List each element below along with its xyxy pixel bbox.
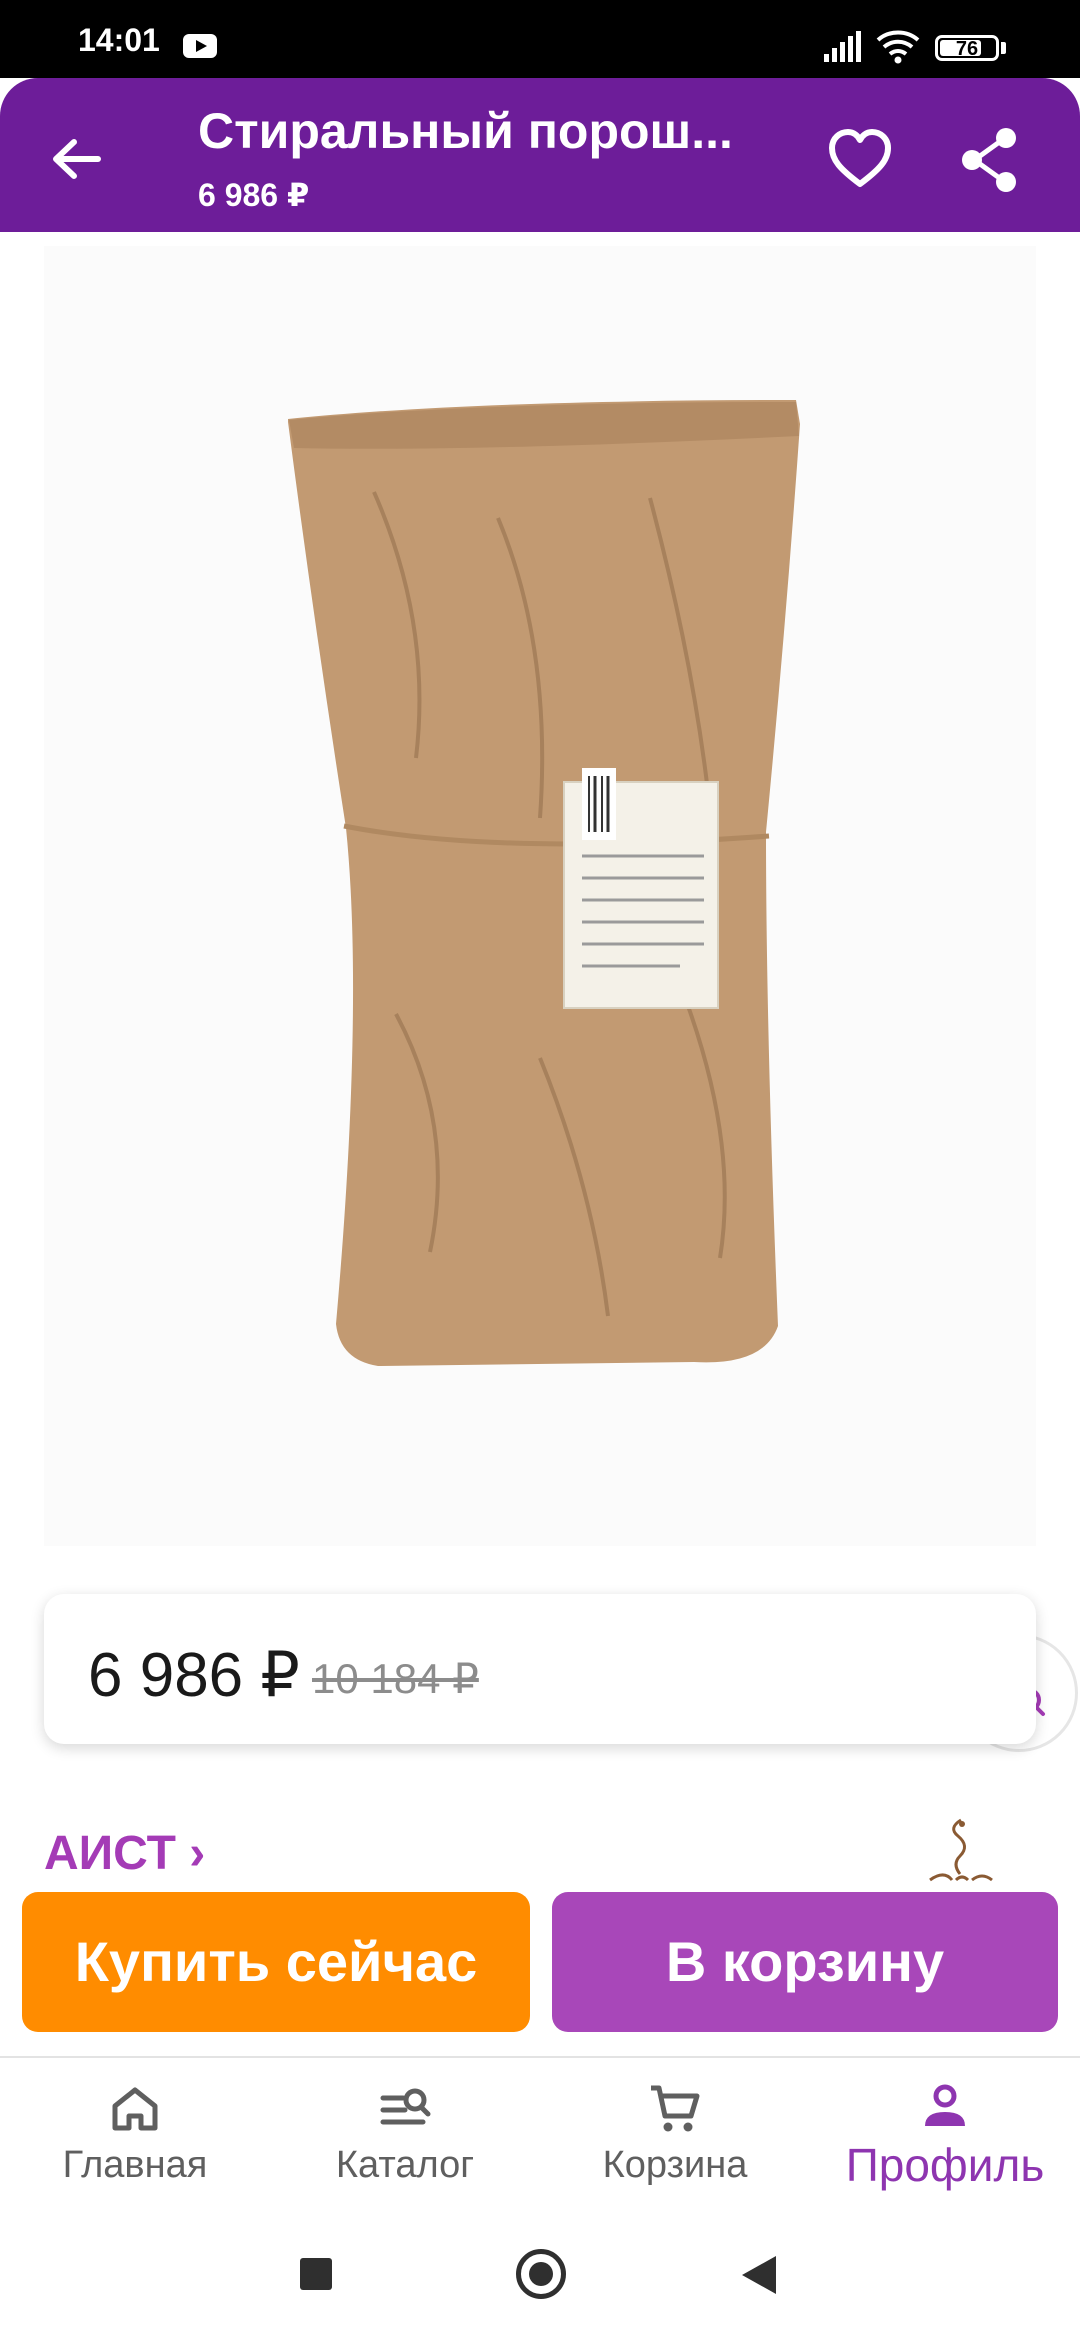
nav-profile-label: Профиль [845,2139,1045,2191]
recent-apps-button[interactable] [300,2258,332,2290]
battery-level-text: 76 [955,38,979,60]
battery-icon: 76 [935,35,999,61]
add-to-cart-button[interactable]: В корзину [552,1892,1058,2032]
header-price: 6 986 ₽ [198,177,310,213]
system-back-button[interactable] [742,2256,776,2294]
profile-icon [925,2084,965,2126]
product-bag-image [288,400,800,1366]
catalog-search-icon [380,2088,431,2125]
price-card: 6 986 ₽ 10 184 ₽ [44,1594,1036,1744]
bottom-navigation: Главная Каталог Корзина Профиль [0,2056,1080,2208]
product-image-gallery[interactable] [44,246,1078,1752]
status-bar: 14:01 76 [0,0,1080,78]
status-time: 14:01 [78,22,160,58]
old-price: 10 184 ₽ [312,1655,479,1702]
nav-profile[interactable]: Профиль [810,2058,1080,2208]
home-icon [112,2087,158,2131]
nav-catalog[interactable]: Каталог [270,2058,540,2208]
product-header: Стиральный порош... 6 986 ₽ [0,78,1080,232]
nav-cart[interactable]: Корзина [540,2058,810,2208]
wifi-icon [876,30,920,64]
youtube-icon [183,34,217,58]
heart-icon[interactable] [820,120,900,200]
nav-home-label: Главная [62,2144,208,2186]
brand-link[interactable]: АИСТ › [44,1826,205,1881]
nav-home[interactable]: Главная [0,2058,270,2208]
battery-tip [1001,42,1006,54]
home-button[interactable] [516,2249,566,2299]
nav-cart-label: Корзина [602,2144,748,2186]
buy-now-button[interactable]: Купить сейчас [22,1892,530,2032]
back-arrow-icon[interactable] [40,122,114,196]
share-icon[interactable] [950,120,1030,200]
system-navigation-bar [0,2210,1080,2340]
signal-icon [824,31,861,62]
current-price: 6 986 ₽ [88,1641,300,1710]
cart-icon [651,2085,700,2132]
brand-logo [929,1818,993,1882]
nav-catalog-label: Каталог [335,2144,475,2186]
header-title: Стиральный порош... [198,103,733,159]
